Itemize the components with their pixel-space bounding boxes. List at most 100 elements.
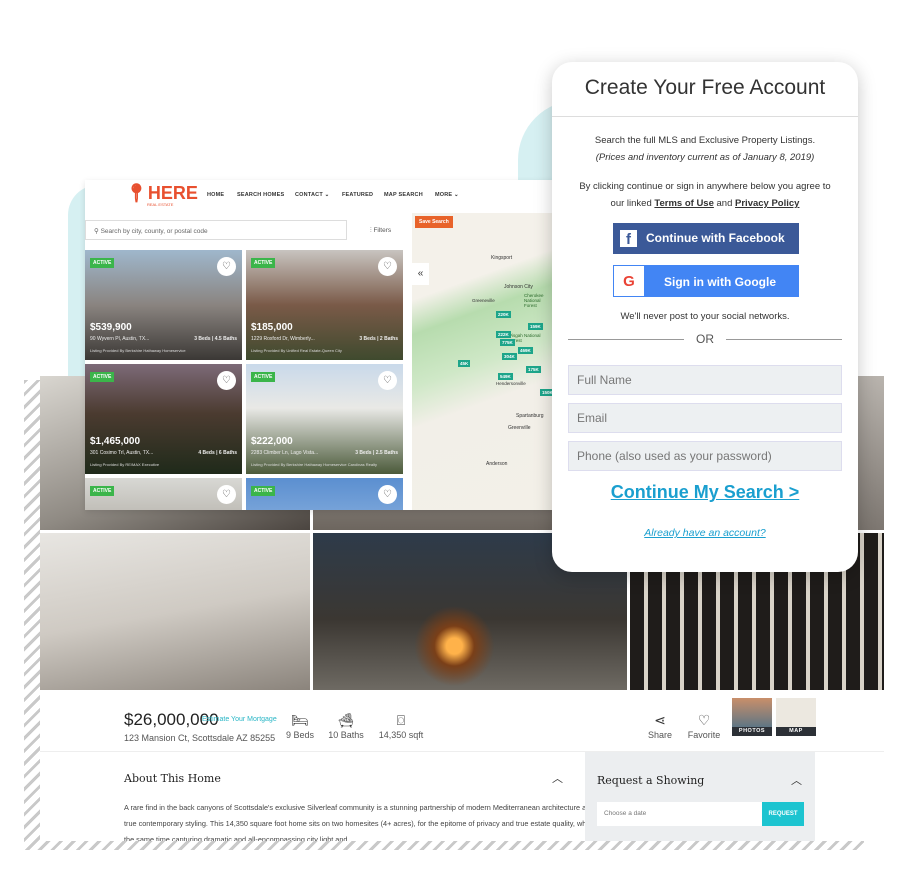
map-pin[interactable]: 175K [526,366,541,373]
status-badge: ACTIVE [90,372,115,382]
listing-price: $1,465,000 [90,436,141,447]
listing-address: 2283 Climber Ln, Lago Vista... [251,450,319,456]
map-pin[interactable]: 45K [458,360,471,367]
listing-site: 📍︎HERE REAL ESTATE HOME SEARCH HOMES CON… [85,180,555,510]
photo-kitchen[interactable] [40,533,310,690]
or-divider: OR [568,332,842,346]
heart-icon[interactable]: ♡ [217,257,236,276]
about-title: About This Home [124,772,221,785]
nav-contact[interactable]: CONTACT ⌄ [295,192,329,198]
map-pin-icon: 📍︎ [125,183,148,203]
status-badge: ACTIVE [90,258,115,268]
nav-map-search[interactable]: MAP SEARCH [384,192,423,198]
map-label: Johnson City [504,284,533,290]
request-showing-panel: Request a Showing ︿ Choose a date REQUES… [585,752,815,841]
listing-provider: Listing Provided By Unified Real Estate-… [251,348,342,353]
listing-address: 90 Wyvern Pl, Austin, TX... [90,336,150,342]
save-search-button[interactable]: Save Search [415,216,453,228]
heart-icon[interactable]: ♡ [378,485,397,504]
request-title: Request a Showing [597,774,705,787]
phone-input[interactable]: Phone (also used as your password) [568,441,842,471]
listing-price: $222,000 [251,436,293,447]
email-input[interactable]: Email [568,403,842,433]
modal-text: (Prices and inventory current as of Janu… [595,152,815,163]
full-name-input[interactable]: Full Name [568,365,842,395]
login-link[interactable]: Already have an account? [552,527,858,539]
modal-text: Search the full MLS and Exclusive Proper… [594,135,816,146]
listing-address: 301 Cosimo Trl, Austin, TX... [90,450,154,456]
map-label: Cherokee National Forest [524,293,544,308]
heart-icon[interactable]: ♡ [378,257,397,276]
heart-icon: ♡ [697,712,711,728]
map-pin[interactable]: 304K [502,353,517,360]
map-label: Hendersonville [496,381,526,386]
listing-card[interactable]: ACTIVE ♡ [85,478,242,510]
chevron-up-icon[interactable]: ︿ [552,770,563,786]
map[interactable]: Save Search « Kingsport Johnson City Gre… [412,213,555,510]
heart-icon[interactable]: ♡ [217,485,236,504]
listing-beds-baths: 3 Beds | 2 Baths [359,336,398,342]
map-label: Greenville [508,425,531,431]
modal-title: Create Your Free Account [552,76,858,117]
listing-card[interactable]: ACTIVE ♡ $1,465,000 301 Cosimo Trl, Austin… [85,364,242,474]
listing-card[interactable]: ACTIVE ♡ [246,478,403,510]
map-label: Spartanburg [516,413,544,419]
modal-text: We'll never post to your social networks… [620,311,790,322]
nav-more[interactable]: MORE ⌄ [435,192,459,198]
date-input[interactable]: Choose a date [597,802,762,826]
area-icon: ⌼ [396,712,406,728]
search-input[interactable]: ⚲ Search by city, county, or postal code [85,220,347,240]
map-pin[interactable]: 159K [528,323,543,330]
listing-card[interactable]: ACTIVE ♡ $539,900 90 Wyvern Pl, Austin, TX… [85,250,242,360]
listing-card[interactable]: ACTIVE ♡ $222,000 2283 Climber Ln, Lago Vi… [246,364,403,474]
status-badge: ACTIVE [251,258,276,268]
modal-text: our linked Terms of Use and Privacy Poli… [610,198,800,209]
baths-stat: 🛁︎ 10 Baths [316,712,376,740]
map-label: Greeneville [472,298,495,303]
terms-link[interactable]: Terms of Use [654,198,713,209]
status-badge: ACTIVE [251,372,276,382]
logo-sub: REAL ESTATE [147,202,174,207]
bath-icon: 🛁︎ [337,712,355,728]
listing-price: $185,000 [251,322,293,333]
modal-text: By clicking continue or sign in anywhere… [579,181,831,192]
listing-beds-baths: 4 Beds | 6 Baths [198,450,237,456]
listing-provider: Listing Provided By Berkshire Hathaway H… [251,462,378,467]
listing-address: 1229 Roxford Dr, Wimberly... [251,336,315,342]
facebook-icon: f [620,230,637,248]
logo[interactable]: 📍︎HERE [125,183,198,204]
collapse-icon[interactable]: « [412,263,429,285]
nav-search-homes[interactable]: SEARCH HOMES [237,192,284,198]
photos-button[interactable]: PHOTOS [732,698,772,736]
listing-beds-baths: 3 Beds | 4.5 Baths [194,336,237,342]
map-pin[interactable]: 220K [496,311,511,318]
map-pin[interactable]: 222K [496,331,511,338]
map-pin[interactable]: 469K [518,347,533,354]
listing-price: $539,900 [90,322,132,333]
map-label: Anderson [486,461,508,467]
about-text: A rare find in the back canyons of Scott… [124,803,602,841]
google-button[interactable]: G Sign in with Google [613,265,799,297]
map-pin[interactable]: 775K [500,339,515,346]
nav-home[interactable]: HOME [207,192,224,198]
continue-button[interactable]: Continue My Search > [552,482,858,503]
google-icon: G [614,266,644,296]
facebook-button[interactable]: f Continue with Facebook [613,223,799,254]
listing-beds-baths: 3 Beds | 2.5 Baths [355,450,398,456]
heart-icon[interactable]: ♡ [217,371,236,390]
mortgage-link[interactable]: Estimate Your Mortgage [202,716,277,723]
listing-provider: Listing Provided By RE/MAX Executive [90,462,160,467]
heart-icon[interactable]: ♡ [378,371,397,390]
request-button[interactable]: REQUEST [762,802,804,826]
filters-button[interactable]: ⫶ Filters [370,227,391,235]
map-pin[interactable]: 549K [498,373,513,380]
listing-provider: Listing Provided By Berkshire Hathaway H… [90,348,186,353]
map-label: Pisgah National Forest [509,333,541,343]
privacy-link[interactable]: Privacy Policy [735,198,799,209]
map-button[interactable]: MAP [776,698,816,736]
chevron-up-icon[interactable]: ︿ [791,772,802,788]
signup-modal: Create Your Free Account Search the full… [552,62,858,572]
favorite-button[interactable]: ♡ Favorite [674,712,734,740]
listing-card[interactable]: ACTIVE ♡ $185,000 1229 Roxford Dr, Wimberl… [246,250,403,360]
nav-featured[interactable]: FEATURED [342,192,373,198]
